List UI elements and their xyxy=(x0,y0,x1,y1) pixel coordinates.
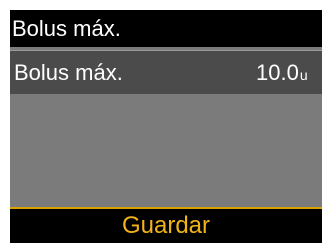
page-title: Bolus máx. xyxy=(12,16,121,41)
max-bolus-setting-row[interactable]: Bolus máx. 10.0u xyxy=(10,50,322,94)
max-bolus-number: 10.0 xyxy=(256,60,299,85)
pump-screen: Bolus máx. Bolus máx. 10.0u Guardar xyxy=(10,10,322,243)
save-softkey-label: Guardar xyxy=(121,212,211,239)
page-title-bar: Bolus máx. xyxy=(10,10,322,47)
save-softkey[interactable]: Guardar xyxy=(10,207,322,243)
max-bolus-unit: u xyxy=(299,67,308,83)
max-bolus-value: 10.0u xyxy=(256,51,308,97)
max-bolus-label: Bolus máx. xyxy=(14,60,123,85)
empty-list-area xyxy=(10,94,322,206)
